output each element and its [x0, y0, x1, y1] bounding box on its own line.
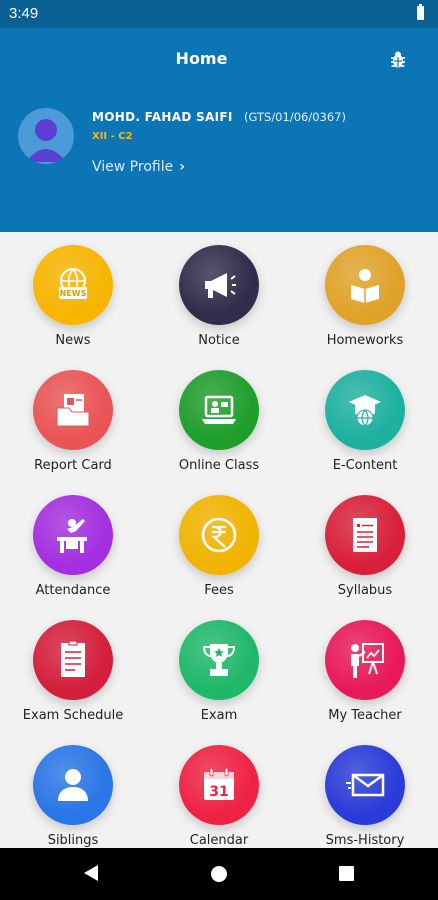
person-icon [33, 745, 113, 825]
status-bar: 3:49 [0, 0, 438, 28]
exam-schedule-icon [33, 620, 113, 700]
bug-icon [391, 51, 405, 68]
menu-grid: NEWS News Notice Homeworks Report Card O… [0, 232, 438, 848]
menu-item-homeworks[interactable]: Homeworks [300, 232, 430, 348]
rupee-icon [179, 495, 259, 575]
menu-label: Notice [198, 333, 240, 348]
e-content-icon [325, 370, 405, 450]
menu-item-online-class[interactable]: Online Class [154, 357, 284, 473]
student-id: (GTS/01/06/0367) [244, 110, 346, 124]
avatar[interactable] [18, 108, 74, 164]
homework-icon [325, 245, 405, 325]
menu-item-attendance[interactable]: Attendance [8, 482, 138, 598]
chevron-right-icon: › [179, 159, 185, 175]
back-icon[interactable] [84, 865, 98, 881]
menu-item-notice[interactable]: Notice [154, 232, 284, 348]
menu-label: Report Card [34, 458, 112, 473]
menu-label: Exam [200, 708, 238, 723]
teacher-icon [325, 620, 405, 700]
menu-item-report-card[interactable]: Report Card [8, 357, 138, 473]
menu-label: Siblings [47, 833, 99, 848]
menu-label: News [55, 333, 91, 348]
menu-label: Syllabus [337, 583, 393, 598]
menu-item-e-content[interactable]: E-Content [300, 357, 430, 473]
syllabus-icon [325, 495, 405, 575]
menu-label: Calendar [189, 833, 249, 848]
student-class: XII - C2 [92, 131, 133, 142]
page-title: Home [175, 49, 228, 68]
view-profile-link[interactable]: View Profile › [92, 159, 185, 175]
trophy-icon [179, 620, 259, 700]
menu-label: My Teacher [328, 708, 402, 723]
home-icon[interactable] [211, 866, 227, 882]
menu-item-fees[interactable]: Fees [154, 482, 284, 598]
menu-label: Attendance [35, 583, 111, 598]
status-time: 3:49 [9, 5, 39, 22]
online-class-icon [179, 370, 259, 450]
svg-text:NEWS: NEWS [60, 289, 87, 298]
menu-label: E-Content [332, 458, 398, 473]
menu-label: Sms-History [325, 833, 405, 848]
news-icon: NEWS [33, 245, 113, 325]
recents-icon[interactable] [339, 866, 354, 881]
header: Home MOHD. FAHAD SAIFI (GTS/01/06/0367) … [0, 28, 438, 232]
menu-label: Homeworks [326, 333, 404, 348]
menu-item-siblings[interactable]: Siblings [8, 732, 138, 848]
menu-item-exam-schedule[interactable]: Exam Schedule [8, 607, 138, 723]
student-name: MOHD. FAHAD SAIFI [92, 110, 233, 124]
envelope-icon [325, 745, 405, 825]
menu-item-exam[interactable]: Exam [154, 607, 284, 723]
menu-label: Online Class [178, 458, 260, 473]
person-icon [26, 119, 66, 162]
menu-item-my-teacher[interactable]: My Teacher [300, 607, 430, 723]
menu-item-syllabus[interactable]: Syllabus [300, 482, 430, 598]
calendar-day: 31 [209, 784, 228, 800]
menu-label: Exam Schedule [22, 708, 124, 723]
report-card-icon [33, 370, 113, 450]
navigation-bar [0, 848, 438, 900]
menu-item-sms-history[interactable]: Sms-History [300, 732, 430, 848]
menu-item-news[interactable]: NEWS News [8, 232, 138, 348]
calendar-icon: 31 [179, 745, 259, 825]
menu-label: Fees [204, 583, 234, 598]
attendance-icon [33, 495, 113, 575]
menu-item-calendar[interactable]: 31 Calendar [154, 732, 284, 848]
battery-icon [417, 4, 424, 20]
view-profile-label: View Profile [92, 159, 174, 175]
megaphone-icon [179, 245, 259, 325]
bug-report-button[interactable] [386, 48, 410, 72]
